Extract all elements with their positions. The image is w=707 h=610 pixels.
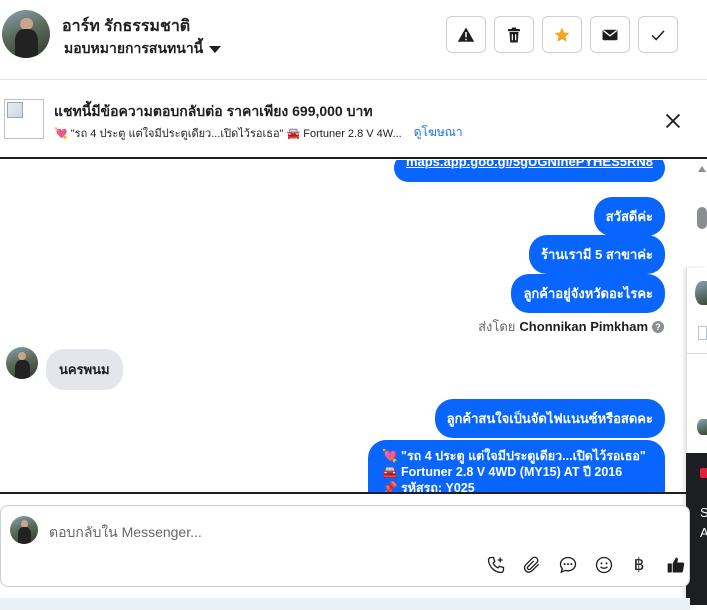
trash-icon [508, 27, 520, 42]
contact-avatar-small [6, 347, 38, 379]
sent-by-label: ส่งโดย Chonnikan Pimkham ? [478, 316, 664, 337]
divider [0, 492, 690, 494]
mark-unread-button[interactable] [590, 16, 630, 53]
message-line: 🚘 Fortuner 2.8 V 4WD (MY15) AT ปี 2016 [382, 465, 623, 479]
message-bubble: ลูกค้าอยู่จังหวัดอะไรคะ [511, 274, 665, 313]
contact-name[interactable]: อาร์ท รักธรรมชาติ [62, 14, 190, 39]
saved-replies-button[interactable] [557, 554, 579, 576]
close-icon[interactable] [662, 110, 684, 132]
like-button[interactable] [665, 554, 687, 576]
message-line: 📌 รหัสรถ: Y025 [382, 481, 475, 492]
message-thread: maps.app.goo.gl/5gUGNinePYHES5RN8 สวัสดี… [0, 160, 690, 492]
emoji-button[interactable] [593, 554, 615, 576]
attachment-icon [523, 556, 540, 573]
footer-strip [0, 598, 690, 610]
side-panel-text: A [700, 525, 707, 540]
side-panel-text: S [700, 505, 707, 520]
scroll-up-arrow-icon[interactable] [698, 166, 706, 172]
contact-avatar[interactable] [2, 10, 50, 58]
message-bubble-multiline: 💘 "รถ 4 ประตู แต่ใจมีประตูเดียว...เปิดไว… [368, 440, 665, 492]
help-icon[interactable]: ? [652, 320, 664, 333]
sent-by-prefix: ส่งโดย [478, 319, 516, 334]
ad-thumbnail [4, 99, 44, 139]
call-add-icon [487, 556, 505, 574]
message-bubble: ร้านเรามี 5 สาขาค่ะ [528, 235, 665, 274]
ad-title: แชทนี้มีข้อความตอบกลับต่อ ราคาเพียง 699,… [54, 103, 373, 119]
star-button[interactable] [542, 16, 582, 53]
caret-down-icon [209, 45, 222, 53]
scrollbar-thumb[interactable] [697, 207, 707, 229]
call-button[interactable] [485, 554, 507, 576]
sender-name: Chonnikan Pimkham [519, 319, 648, 334]
mail-icon [602, 29, 618, 40]
chat-bubble-icon [559, 556, 577, 574]
message-bubble: ลูกค้าสนใจเป็นจัดไฟแนนซ์หรือสดคะ [434, 399, 665, 438]
message-bubble-link[interactable]: maps.app.goo.gl/5gUGNinePYHES5RN8 [393, 160, 665, 182]
assign-conversation-dropdown[interactable]: มอบหมายการสนทนานี้ [64, 38, 222, 60]
assign-label: มอบหมายการสนทนานี้ [64, 40, 204, 56]
emoji-icon [595, 556, 613, 574]
reply-composer: ตอบกลับใน Messenger... ฿ [0, 505, 690, 587]
thumbs-up-icon [667, 557, 685, 573]
warning-icon [457, 27, 475, 42]
ad-subtitle: 💘 "รถ 4 ประตู แต่ใจมีประตูเดียว...เปิดไว… [54, 123, 463, 142]
side-panel-avatar[interactable] [695, 281, 707, 305]
attach-button[interactable] [521, 554, 543, 576]
maps-link[interactable]: maps.app.goo.gl/5gUGNinePYHES5RN8 [406, 160, 653, 169]
incoming-message-bubble: นครพนม [46, 349, 123, 390]
ad-sub-text: 💘 "รถ 4 ประตู แต่ใจมีประตูเดียว...เปิดไว… [54, 127, 402, 140]
delete-button[interactable] [494, 16, 534, 53]
report-spam-button[interactable] [446, 16, 486, 53]
payment-button[interactable]: ฿ [628, 554, 650, 576]
message-bubble: สวัสดีค่ะ [593, 197, 665, 236]
star-icon [554, 27, 570, 42]
mark-done-button[interactable] [638, 16, 678, 53]
calendar-icon [700, 468, 707, 478]
conversation-header: อาร์ท รักธรรมชาติ มอบหมายการสนทนานี้ [0, 0, 707, 80]
side-panel-divider [686, 353, 707, 354]
check-icon [651, 29, 665, 41]
message-line: 💘 "รถ 4 ประตู แต่ใจมีประตูเดียว...เปิดไว… [382, 449, 646, 463]
ad-reply-banner: แชทนี้มีข้อความตอบกลับต่อ ราคาเพียง 699,… [0, 80, 707, 159]
view-ad-link[interactable]: ดูโฆษณา [414, 123, 463, 142]
side-panel-image [698, 326, 707, 340]
side-panel-avatar[interactable] [697, 419, 707, 435]
page-avatar [10, 516, 38, 544]
reply-input[interactable]: ตอบกลับใน Messenger... [49, 522, 202, 544]
baht-icon: ฿ [633, 555, 645, 574]
